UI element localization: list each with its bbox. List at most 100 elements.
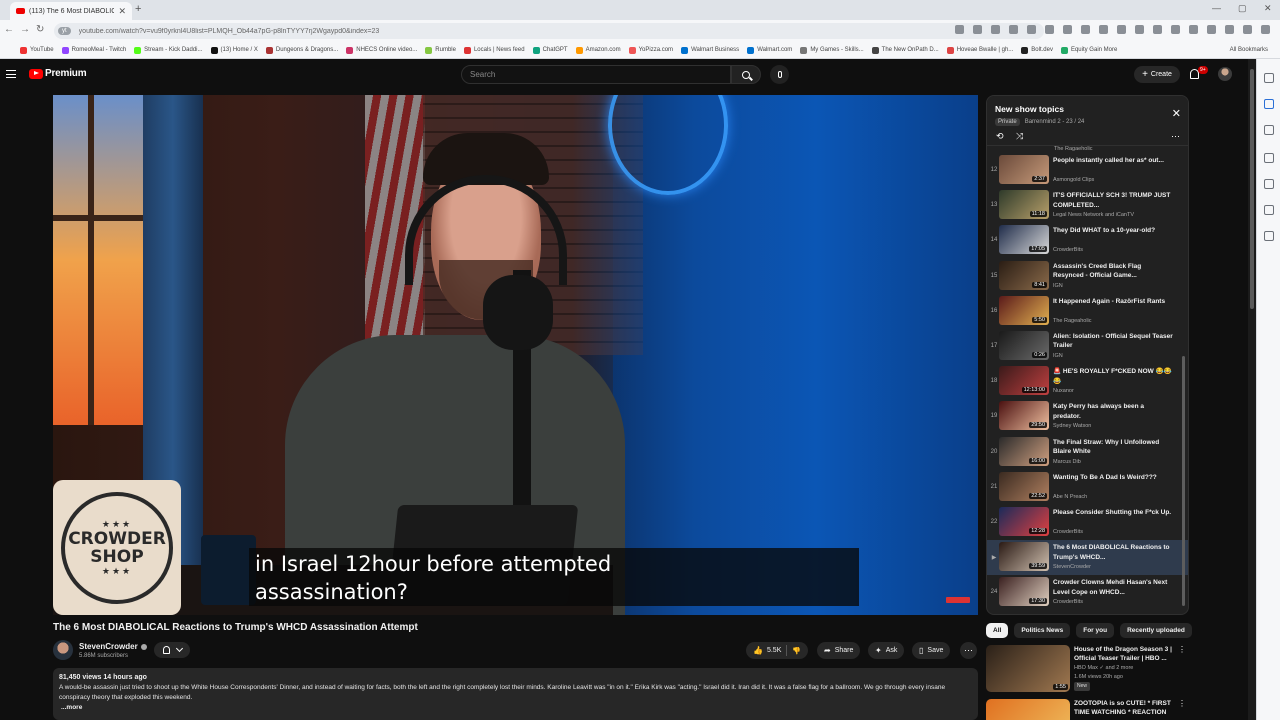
playlist-item[interactable]: 21 22:52 Wanting To Be A Dad Is Weird??? Ab…: [987, 470, 1188, 505]
voice-search-button[interactable]: [770, 65, 789, 84]
playlist-item[interactable]: 13 11:18 IT'S OFFICIALLY SCH 3! TRUMP JUST…: [987, 188, 1188, 223]
share-button[interactable]: ➦ Share: [817, 642, 861, 659]
extension-icon[interactable]: [1135, 25, 1144, 34]
extension-icon[interactable]: [1027, 25, 1036, 34]
close-window-icon[interactable]: ✕: [1264, 3, 1272, 14]
bookmark-item[interactable]: Dungeons & Dragons...: [265, 46, 338, 54]
playlist-scrollbar[interactable]: [1182, 356, 1185, 606]
show-more-link[interactable]: ...more: [61, 704, 82, 711]
playlist-item-title[interactable]: Crowder Clowns Mehdi Hasan's Next Level …: [1053, 578, 1173, 597]
maximize-icon[interactable]: ▢: [1238, 3, 1247, 14]
playlist-item[interactable]: 16 5:50 It Happened Again - RazörFist Rant…: [987, 294, 1188, 329]
forward-icon[interactable]: →: [20, 24, 30, 35]
playlist-item[interactable]: 14 17:05 They Did WHAT to a 10-year-old? Cr…: [987, 223, 1188, 258]
playlist-item[interactable]: 22 12:28 Please Consider Shutting the F*ck…: [987, 505, 1188, 540]
filter-chip[interactable]: Politics News: [1014, 623, 1071, 638]
close-tab-icon[interactable]: ✕: [118, 6, 126, 17]
playlist-item[interactable]: 17 0:26 Alien: Isolation - Official Sequel…: [987, 329, 1188, 364]
playlist-item-title[interactable]: People instantly called her as* out...: [1053, 156, 1173, 166]
playlist-item-thumbnail[interactable]: 11:18: [999, 190, 1049, 220]
playlist-item-thumbnail[interactable]: 2:37: [999, 155, 1049, 184]
scrollbar-thumb[interactable]: [1250, 69, 1254, 309]
playlist-item[interactable]: 18 12:13:00 🚨 HE'S ROYALLY F*CKED NOW 😂😂😂 N…: [987, 364, 1188, 399]
more-actions-icon[interactable]: ⋯: [960, 642, 977, 659]
recommended-video-title[interactable]: ZOOTOPIA is so CUTE! * FIRST TIME WATCHI…: [1074, 699, 1172, 717]
extension-icon[interactable]: [1261, 25, 1270, 34]
save-button[interactable]: ▯ Save: [912, 642, 951, 659]
playlist-item-thumbnail[interactable]: 22:52: [999, 471, 1049, 501]
playlist-item[interactable]: 12 2:37 People instantly called her as* ou…: [987, 153, 1188, 188]
playlist-item-thumbnail[interactable]: 0:26: [999, 330, 1049, 360]
sidebar-copilot-icon[interactable]: [1264, 99, 1274, 109]
bookmark-item[interactable]: NHECS Online video...: [346, 46, 417, 54]
all-bookmarks-link[interactable]: All Bookmarks: [1230, 47, 1268, 53]
extension-icon[interactable]: [1225, 25, 1234, 34]
close-playlist-icon[interactable]: ✕: [1172, 107, 1181, 120]
extension-icon[interactable]: [1009, 25, 1018, 34]
playlist-item-thumbnail[interactable]: 8:41: [999, 260, 1049, 290]
sidebar-settings-icon[interactable]: [1264, 231, 1274, 241]
bookmark-item[interactable]: ChatGPT: [532, 46, 568, 54]
playlist-item-title[interactable]: Alien: Isolation - Official Sequel Tease…: [1053, 332, 1173, 351]
extension-icon[interactable]: [1117, 25, 1126, 34]
playlist-item-title[interactable]: Katy Perry has always been a predator.: [1053, 402, 1173, 421]
search-input[interactable]: Search: [461, 65, 731, 84]
recommended-video-thumbnail[interactable]: 1:55: [986, 645, 1070, 692]
filter-chip[interactable]: All: [986, 623, 1009, 638]
bookmark-item[interactable]: Hoveae Bwalle | gh...: [946, 46, 1013, 54]
hamburger-menu-icon[interactable]: [6, 70, 16, 78]
recommended-video-menu-icon[interactable]: ⋮: [1178, 699, 1186, 708]
playlist-item-thumbnail[interactable]: 29:50: [999, 401, 1049, 431]
new-tab-icon[interactable]: +: [135, 3, 141, 15]
bookmark-item[interactable]: Equity Gain More: [1060, 46, 1117, 54]
bookmark-item[interactable]: Locals | News feed: [463, 46, 525, 54]
url-bar[interactable]: yt youtube.com/watch?v=vu9f0yrknl4U8list…: [54, 23, 1044, 39]
bookmark-item[interactable]: Bolt.dev: [1021, 46, 1053, 54]
recommended-video[interactable]: 1:55 House of the Dragon Season 3 | Offic…: [986, 645, 1186, 695]
playlist-item[interactable]: 20 16:00 The Final Straw: Why I Unfollowed…: [987, 435, 1188, 470]
playlist-item-title[interactable]: Assassin's Creed Black Flag Resynced - O…: [1053, 262, 1173, 281]
extension-icon[interactable]: [1045, 25, 1054, 34]
bookmark-item[interactable]: Amazon.com: [575, 46, 621, 54]
back-icon[interactable]: ←: [4, 24, 14, 35]
playlist-item-title[interactable]: Wanting To Be A Dad Is Weird???: [1053, 473, 1173, 483]
description-box[interactable]: 81,450 views 14 hours ago A would-be ass…: [53, 668, 978, 720]
playlist-item-thumbnail[interactable]: 12:28: [999, 506, 1049, 536]
playlist-item-thumbnail[interactable]: 17:30: [999, 577, 1049, 607]
sidebar-tools-icon[interactable]: [1264, 153, 1274, 163]
loop-icon[interactable]: ⟲: [996, 131, 1004, 142]
bookmark-item[interactable]: RomeoMeal - Twitch: [61, 46, 126, 54]
bookmark-item[interactable]: Walmart.com: [747, 46, 792, 54]
recommended-video[interactable]: ZOOTOPIA is so CUTE! * FIRST TIME WATCHI…: [986, 699, 1186, 720]
playlist-item-thumbnail[interactable]: 17:05: [999, 225, 1049, 255]
bookmark-item[interactable]: The New OnPath D...: [871, 46, 939, 54]
search-button[interactable]: [731, 65, 761, 84]
bookmark-item[interactable]: YoPizza.com: [628, 46, 673, 54]
playlist-title[interactable]: New show topics: [995, 104, 1064, 114]
video-player[interactable]: ★★★ CROWDER SHOP ★★★ in Israel 12hour be…: [53, 95, 978, 615]
create-button[interactable]: + Create: [1134, 66, 1180, 83]
playlist-menu-icon[interactable]: ⋯: [1171, 131, 1180, 142]
playlist-item[interactable]: 15 8:41 Assassin's Creed Black Flag Resync…: [987, 259, 1188, 294]
playlist-item-title[interactable]: Please Consider Shutting the F*ck Up.: [1053, 508, 1173, 518]
extension-icon[interactable]: [1207, 25, 1216, 34]
site-info-chip[interactable]: yt: [58, 27, 71, 35]
playlist-item-title[interactable]: They Did WHAT to a 10-year-old?: [1053, 226, 1173, 236]
extension-icon[interactable]: [1243, 25, 1252, 34]
recommended-video-channel[interactable]: HBO Max: [1074, 665, 1098, 671]
playlist-item-title[interactable]: IT'S OFFICIALLY SCH 3! TRUMP JUST COMPLE…: [1053, 191, 1173, 210]
playlist-item-title[interactable]: 🚨 HE'S ROYALLY F*CKED NOW 😂😂😂: [1053, 367, 1173, 386]
playlist-item-title[interactable]: The Final Straw: Why I Unfollowed Blaire…: [1053, 438, 1173, 457]
extension-icon[interactable]: [955, 25, 964, 34]
extension-icon[interactable]: [991, 25, 1000, 34]
reload-icon[interactable]: ↻: [36, 24, 44, 35]
sidebar-games-icon[interactable]: [1264, 179, 1274, 189]
extension-icon[interactable]: [1189, 25, 1198, 34]
extension-icon[interactable]: [1063, 25, 1072, 34]
playlist-item[interactable]: 24 17:30 Crowder Clowns Mehdi Hasan's Next…: [987, 575, 1188, 610]
recommended-video-menu-icon[interactable]: ⋮: [1178, 645, 1186, 654]
playlist-item-thumbnail[interactable]: 12:13:00: [999, 366, 1049, 396]
bookmark-item[interactable]: Stream - Kick Daddi...: [134, 46, 203, 54]
shuffle-icon[interactable]: ⤨: [1016, 131, 1023, 142]
thumbs-down-icon[interactable]: 👎: [792, 647, 801, 655]
